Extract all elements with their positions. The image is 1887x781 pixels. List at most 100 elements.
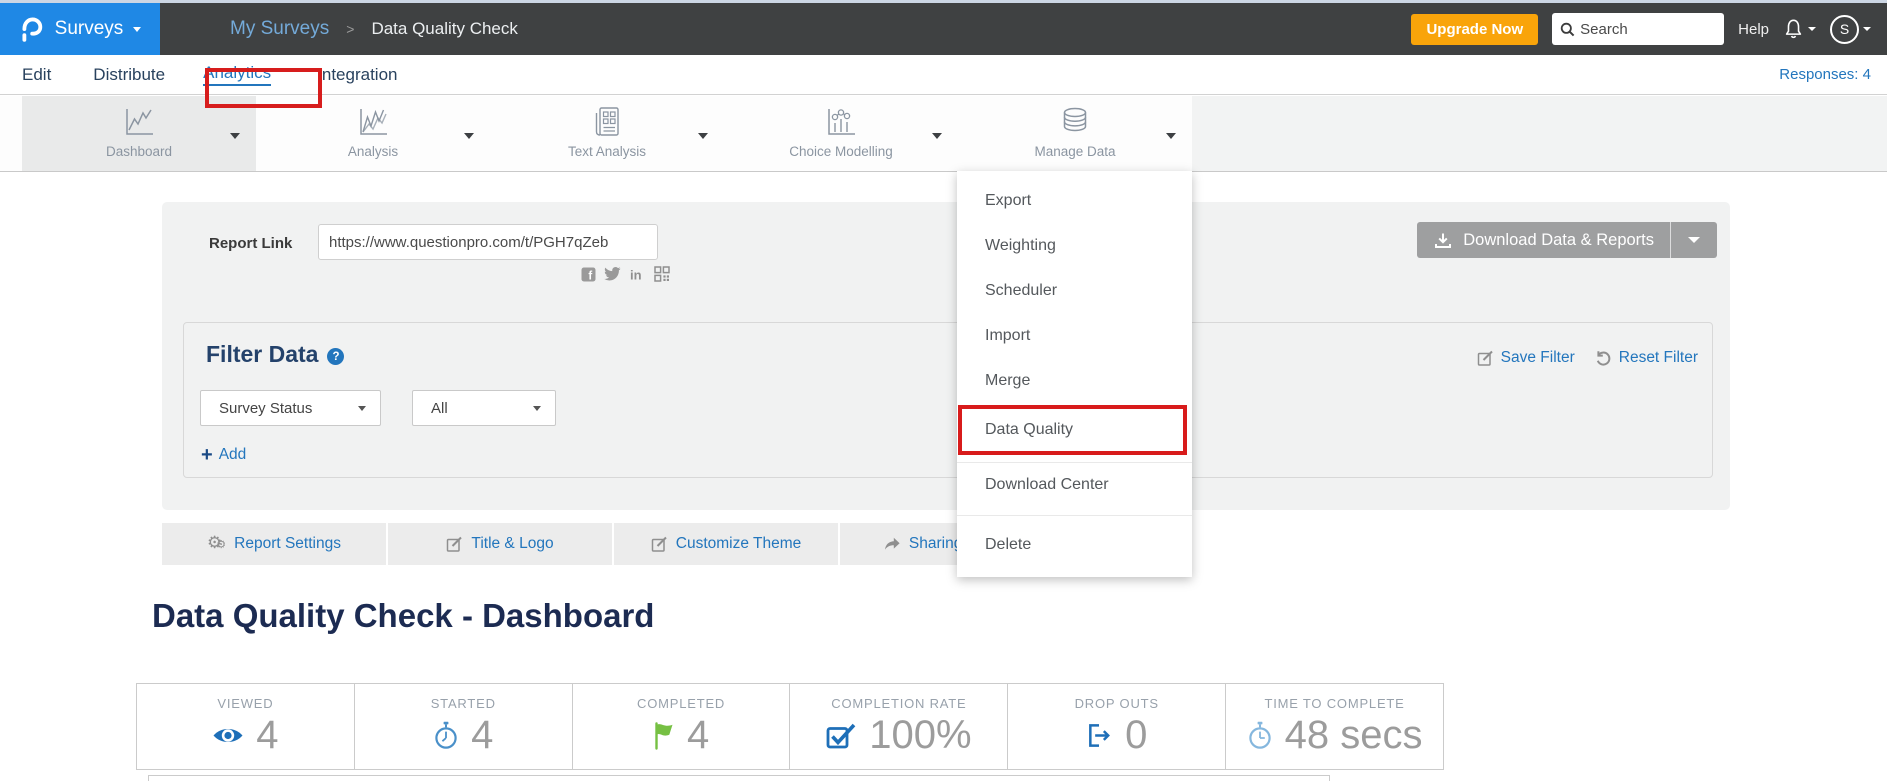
- menu-item-export[interactable]: Export: [957, 178, 1192, 223]
- search-box: [1552, 13, 1724, 45]
- reset-filter-label: Reset Filter: [1619, 349, 1698, 367]
- filter-value-select[interactable]: All: [412, 390, 556, 426]
- checkbox-icon: [826, 722, 857, 749]
- customize-theme-label: Customize Theme: [676, 535, 801, 553]
- edit-pencil-icon: [1477, 350, 1494, 366]
- timer-icon: [1247, 721, 1273, 750]
- qr-code-icon[interactable]: [654, 266, 670, 282]
- stopwatch-icon: [433, 721, 459, 750]
- help-link[interactable]: Help: [1738, 21, 1769, 38]
- facebook-icon[interactable]: f: [581, 267, 596, 282]
- line-chart-icon: [22, 105, 256, 142]
- save-filter-link[interactable]: Save Filter: [1477, 349, 1575, 367]
- download-options-caret[interactable]: [1671, 222, 1717, 258]
- menu-item-merge[interactable]: Merge: [957, 358, 1192, 403]
- chevron-down-icon: [1808, 27, 1816, 31]
- toolbar-item-analysis[interactable]: Analysis: [256, 96, 490, 171]
- share-icons-row: f in: [581, 266, 670, 282]
- tab-analytics[interactable]: Analytics: [203, 63, 271, 86]
- document-icon: [490, 105, 724, 142]
- edit-pencil-icon: [446, 536, 463, 552]
- stat-started: STARTED 4: [355, 684, 573, 769]
- toolbar-item-dashboard[interactable]: Dashboard: [22, 96, 256, 171]
- toolbar-item-choice-modelling[interactable]: Choice Modelling: [724, 96, 958, 171]
- notifications-menu[interactable]: [1783, 18, 1816, 40]
- search-input[interactable]: [1580, 21, 1710, 38]
- product-menu-label: Surveys: [55, 18, 124, 40]
- title-logo-label: Title & Logo: [471, 535, 553, 553]
- linkedin-icon[interactable]: in: [629, 267, 646, 282]
- eye-icon: [212, 725, 244, 746]
- chevron-down-icon[interactable]: [1166, 133, 1176, 139]
- stat-value: 0: [1125, 713, 1147, 758]
- stat-time-to-complete: TIME TO COMPLETE 48 secs: [1226, 684, 1443, 769]
- stat-label: TIME TO COMPLETE: [1264, 696, 1404, 711]
- survey-status-select[interactable]: Survey Status: [200, 390, 381, 426]
- share-arrow-icon: [884, 537, 901, 551]
- stat-label: DROP OUTS: [1075, 696, 1159, 711]
- plus-icon: +: [201, 446, 213, 464]
- svg-text:in: in: [630, 267, 642, 282]
- chevron-down-icon: [533, 406, 541, 411]
- report-link-input[interactable]: [318, 224, 658, 260]
- reset-filter-link[interactable]: Reset Filter: [1595, 349, 1698, 367]
- next-section-box: [148, 775, 1330, 781]
- tab-distribute[interactable]: Distribute: [93, 65, 165, 85]
- filter-data-box: Filter Data ? Survey Status All + Add: [183, 322, 1713, 478]
- breadcrumb-my-surveys[interactable]: My Surveys: [230, 18, 329, 40]
- responses-count: Responses: 4: [1779, 66, 1887, 83]
- report-settings-bar: ⚙⚙ Report Settings Title & Logo Customiz…: [162, 523, 1064, 565]
- menu-item-import[interactable]: Import: [957, 313, 1192, 358]
- twitter-icon[interactable]: [604, 267, 621, 281]
- filter-title-row: Filter Data ?: [206, 341, 344, 368]
- report-settings-label: Report Settings: [234, 535, 341, 553]
- search-icon: [1560, 22, 1575, 37]
- menu-item-scheduler[interactable]: Scheduler: [957, 268, 1192, 313]
- flag-icon: [653, 721, 675, 750]
- menu-item-weighting[interactable]: Weighting: [957, 223, 1192, 268]
- surveys-product-menu[interactable]: Surveys: [0, 3, 160, 55]
- questionpro-logo-icon: [19, 16, 45, 43]
- stat-viewed: VIEWED 4: [137, 684, 355, 769]
- manage-data-dropdown: Export Weighting Scheduler Import Merge …: [957, 171, 1192, 577]
- toolbar-item-manage-data[interactable]: Manage Data: [958, 96, 1192, 171]
- menu-item-download-center[interactable]: Download Center: [957, 463, 1192, 507]
- stat-label: COMPLETED: [637, 696, 725, 711]
- upgrade-now-button[interactable]: Upgrade Now: [1411, 14, 1538, 45]
- filter-selects-row: Survey Status All: [200, 390, 556, 426]
- stat-value: 4: [687, 713, 709, 758]
- stat-label: VIEWED: [217, 696, 273, 711]
- customize-theme-button[interactable]: Customize Theme: [614, 523, 838, 565]
- download-data-reports-button[interactable]: Download Data & Reports: [1417, 222, 1717, 258]
- menu-divider: [957, 515, 1192, 516]
- download-button-label: Download Data & Reports: [1463, 231, 1654, 250]
- survey-tab-bar: Edit Distribute Analytics Integration Re…: [0, 55, 1887, 95]
- chevron-down-icon[interactable]: [464, 133, 474, 139]
- exit-icon: [1086, 722, 1113, 749]
- stat-completed: COMPLETED 4: [573, 684, 791, 769]
- analytics-toolbar: Dashboard Analysis: [0, 96, 1887, 172]
- chevron-down-icon[interactable]: [932, 133, 942, 139]
- tab-integration[interactable]: Integration: [317, 65, 397, 85]
- title-logo-button[interactable]: Title & Logo: [388, 523, 612, 565]
- edit-pencil-icon: [651, 536, 668, 552]
- toolbar-label: Choice Modelling: [724, 144, 958, 159]
- menu-item-delete[interactable]: Delete: [957, 523, 1192, 567]
- report-settings-button[interactable]: ⚙⚙ Report Settings: [162, 523, 386, 565]
- account-menu[interactable]: S: [1830, 15, 1871, 44]
- toolbar-item-text-analysis[interactable]: Text Analysis: [490, 96, 724, 171]
- chevron-down-icon[interactable]: [230, 133, 240, 139]
- svg-text:f: f: [588, 270, 592, 282]
- app-header: Surveys My Surveys > Data Quality Check …: [0, 3, 1887, 55]
- header-right-cluster: Upgrade Now Help: [1411, 13, 1887, 45]
- chevron-down-icon[interactable]: [698, 133, 708, 139]
- help-icon[interactable]: ?: [327, 348, 344, 365]
- tab-edit[interactable]: Edit: [22, 65, 51, 85]
- toolbar-label: Text Analysis: [490, 144, 724, 159]
- survey-stats-row: VIEWED 4 STARTED: [136, 683, 1444, 770]
- add-filter-link[interactable]: + Add: [201, 446, 246, 464]
- download-icon: [1433, 232, 1453, 249]
- report-link-label: Report Link: [209, 235, 292, 252]
- menu-item-data-quality[interactable]: Data Quality: [958, 405, 1187, 455]
- toolbar-filler: [1192, 96, 1887, 171]
